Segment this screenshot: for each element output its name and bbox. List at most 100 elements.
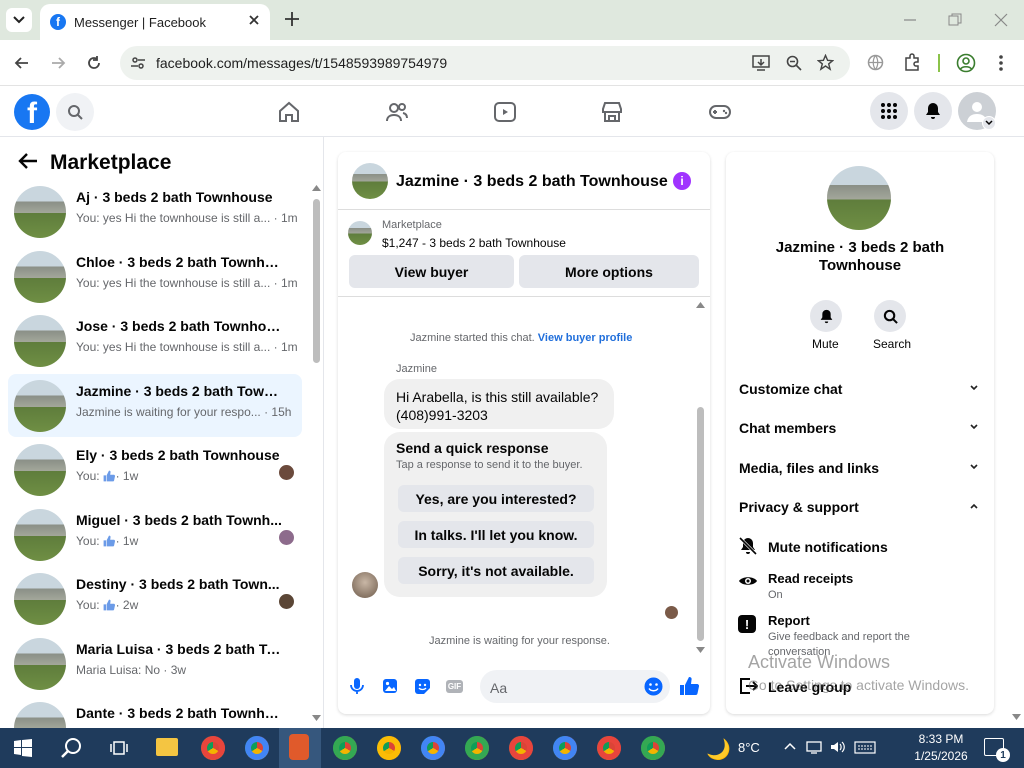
- close-window-icon[interactable]: [994, 13, 1008, 27]
- weather-moon-icon[interactable]: 🌙: [706, 737, 731, 762]
- chat-members-section[interactable]: Chat members: [739, 420, 836, 436]
- mute-button[interactable]: [810, 300, 842, 332]
- account-chevron-icon[interactable]: [982, 116, 996, 130]
- conversation-item[interactable]: Chloe · 3 beds 2 bath Townhouse You: yes …: [8, 245, 302, 308]
- emoji-icon[interactable]: [644, 677, 663, 696]
- gaming-icon[interactable]: [708, 100, 732, 124]
- message-bubble[interactable]: Hi Arabella, is this still available? (4…: [384, 379, 614, 429]
- quick-reply-in-talks[interactable]: In talks. I'll let you know.: [398, 521, 594, 548]
- forward-icon[interactable]: [50, 55, 66, 71]
- quick-reply-not-available[interactable]: Sorry, it's not available.: [398, 557, 594, 584]
- scroll-up-icon[interactable]: [312, 185, 321, 191]
- conversation-item[interactable]: Jose · 3 beds 2 bath Townhouse You: yes H…: [8, 309, 302, 372]
- search-taskbar-icon[interactable]: [61, 737, 83, 759]
- gif-icon[interactable]: GIF: [446, 680, 463, 693]
- more-options-button[interactable]: More options: [519, 255, 699, 288]
- scroll-down-icon[interactable]: [696, 647, 705, 653]
- conversation-thumbnail: [14, 638, 66, 690]
- back-icon[interactable]: [14, 55, 30, 71]
- info-icon[interactable]: i: [673, 172, 691, 190]
- info-thumbnail[interactable]: [827, 166, 891, 230]
- tab-search-button[interactable]: [6, 8, 32, 32]
- chevron-down-icon[interactable]: [970, 464, 978, 470]
- profile-icon[interactable]: [956, 53, 976, 73]
- home-icon[interactable]: [277, 100, 301, 124]
- address-bar[interactable]: facebook.com/messages/t/1548593989754979: [120, 46, 850, 80]
- weather-temp[interactable]: 8°C: [738, 740, 760, 755]
- quick-reply-yes[interactable]: Yes, are you interested?: [398, 485, 594, 512]
- file-explorer-icon[interactable]: [156, 738, 178, 756]
- extensions-icon[interactable]: [903, 53, 921, 71]
- back-arrow-icon[interactable]: [18, 152, 38, 170]
- minimize-icon[interactable]: [903, 14, 917, 26]
- conversation-item[interactable]: Aj · 3 beds 2 bath Townhouse You: yes Hi …: [8, 180, 302, 243]
- message-input[interactable]: Aa: [480, 670, 670, 703]
- mute-notifications-item[interactable]: Mute notifications: [768, 539, 888, 555]
- customize-chat-section[interactable]: Customize chat: [739, 381, 842, 397]
- marketplace-icon[interactable]: [600, 100, 624, 124]
- zoom-icon[interactable]: [786, 55, 802, 71]
- scroll-down-icon[interactable]: [312, 715, 321, 721]
- close-tab-icon[interactable]: [248, 14, 260, 26]
- photo-icon[interactable]: [382, 678, 398, 694]
- chrome-taskbar-icon[interactable]: [509, 736, 533, 760]
- scroll-up-icon[interactable]: [696, 302, 705, 308]
- system-tray-icons[interactable]: [806, 739, 886, 757]
- menu-button[interactable]: [870, 92, 908, 130]
- list-scrollbar[interactable]: [313, 199, 320, 363]
- page-scroll-down-icon[interactable]: [1012, 714, 1021, 720]
- search-conversation-button[interactable]: [874, 300, 906, 332]
- privacy-support-section[interactable]: Privacy & support: [739, 499, 859, 515]
- browser-tab[interactable]: f Messenger | Facebook: [40, 4, 270, 40]
- conversation-item[interactable]: Jazmine · 3 beds 2 bath Townho... Jazmine…: [8, 374, 302, 437]
- chrome-taskbar-icon[interactable]: [553, 736, 577, 760]
- install-app-icon[interactable]: [752, 54, 770, 72]
- conversation-item[interactable]: Ely · 3 beds 2 bath Townhouse You: · 1w: [8, 438, 302, 501]
- bookmark-star-icon[interactable]: [817, 54, 834, 71]
- buyer-avatar[interactable]: [352, 572, 378, 598]
- clock[interactable]: 8:33 PM 1/25/2026: [912, 732, 970, 763]
- conversation-item[interactable]: Miguel · 3 beds 2 bath Townh... You: · 1w: [8, 503, 302, 566]
- chat-scrollbar[interactable]: [697, 407, 704, 641]
- conversation-item[interactable]: Maria Luisa · 3 beds 2 bath Tow... Maria …: [8, 632, 302, 695]
- active-app-icon[interactable]: [289, 734, 309, 760]
- chat-title[interactable]: Jazmine · 3 beds 2 bath Townhouse: [396, 173, 668, 191]
- tray-chevron-up-icon[interactable]: [784, 742, 796, 750]
- more-menu-icon[interactable]: [998, 54, 1004, 72]
- task-view-icon[interactable]: [110, 739, 128, 757]
- reload-icon[interactable]: [86, 55, 102, 71]
- conversation-item[interactable]: Destiny · 3 beds 2 bath Town... You: · 2w: [8, 567, 302, 630]
- view-buyer-profile-link[interactable]: View buyer profile: [538, 332, 633, 344]
- microphone-icon[interactable]: [350, 677, 364, 695]
- notifications-button[interactable]: [914, 92, 952, 130]
- chat-thumbnail[interactable]: [352, 163, 388, 199]
- chevron-down-icon[interactable]: [970, 385, 978, 391]
- video-icon[interactable]: [493, 100, 517, 124]
- search-button[interactable]: [56, 93, 94, 131]
- listing-thumbnail[interactable]: [348, 221, 372, 245]
- like-thumb-icon[interactable]: [679, 676, 699, 696]
- chevron-up-icon[interactable]: [970, 503, 978, 509]
- chrome-taskbar-icon[interactable]: [245, 736, 269, 760]
- chrome-taskbar-icon[interactable]: [421, 736, 445, 760]
- chevron-down-icon[interactable]: [970, 424, 978, 430]
- chrome-taskbar-icon[interactable]: [641, 736, 665, 760]
- friends-icon[interactable]: [385, 100, 409, 124]
- chrome-taskbar-icon[interactable]: [201, 736, 225, 760]
- facebook-logo-icon[interactable]: f: [14, 94, 50, 130]
- chrome-taskbar-icon[interactable]: [333, 736, 357, 760]
- new-tab-icon[interactable]: [282, 9, 302, 29]
- translate-icon[interactable]: [867, 54, 884, 71]
- view-buyer-button[interactable]: View buyer: [349, 255, 514, 288]
- media-files-links-section[interactable]: Media, files and links: [739, 460, 879, 476]
- windows-start-icon[interactable]: [14, 739, 32, 757]
- read-receipts-item[interactable]: Read receipts: [768, 571, 853, 586]
- listing-price[interactable]: $1,247 - 3 beds 2 bath Townhouse: [382, 236, 566, 250]
- chrome-taskbar-icon[interactable]: [597, 736, 621, 760]
- chrome-taskbar-icon[interactable]: [377, 736, 401, 760]
- restore-icon[interactable]: [948, 13, 962, 27]
- sticker-icon[interactable]: [414, 678, 431, 695]
- chrome-taskbar-icon[interactable]: [465, 736, 489, 760]
- site-info-icon[interactable]: [130, 55, 146, 71]
- report-item[interactable]: Report: [768, 613, 810, 628]
